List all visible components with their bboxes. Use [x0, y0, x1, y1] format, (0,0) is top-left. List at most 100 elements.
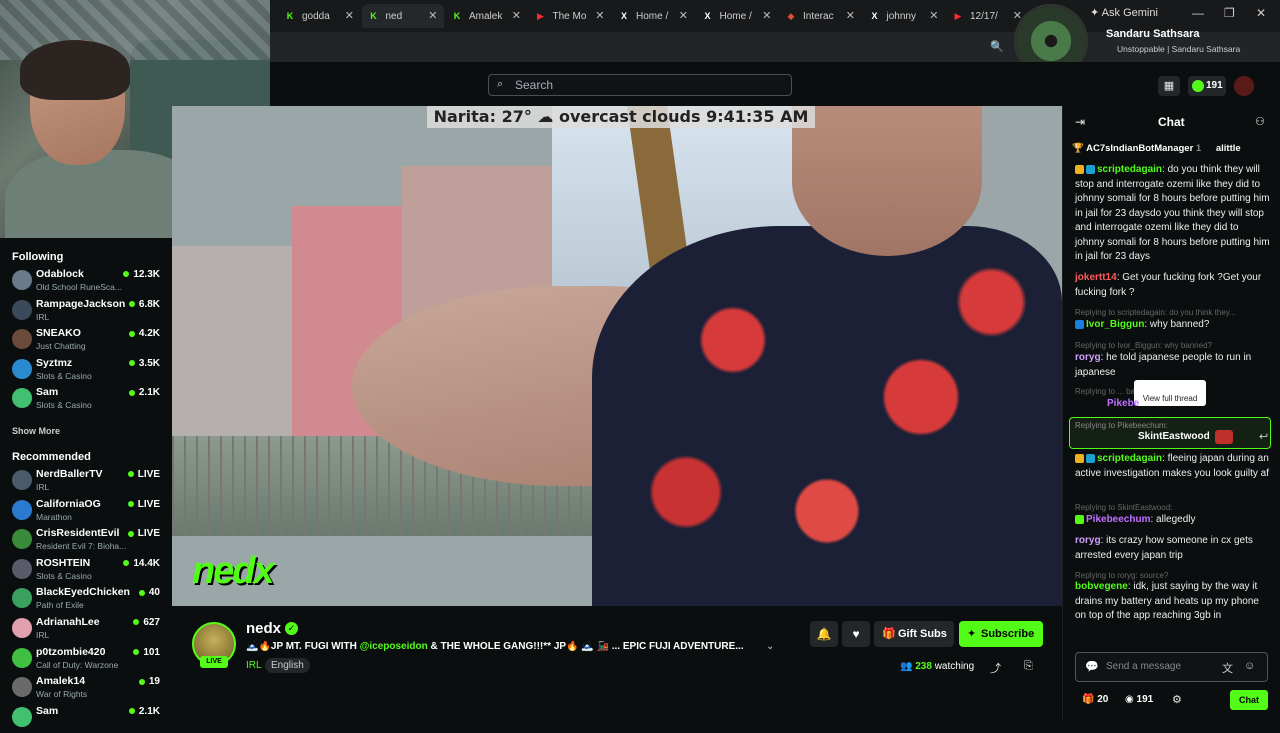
channel-item[interactable]: Syztmz Slots & Casino 3.5K [0, 355, 172, 385]
tab-favicon-icon: X [620, 11, 627, 21]
close-tab-icon[interactable]: ✕ [345, 9, 354, 22]
coin-balance: ◉ 191 [1125, 694, 1154, 705]
message-username[interactable]: roryg [1075, 352, 1101, 363]
streamer-name[interactable]: nedx [246, 620, 281, 637]
chat-message: roryg: its crazy how someone in cx gets … [1075, 534, 1270, 563]
chevron-down-icon[interactable]: ⌄ [766, 641, 774, 652]
message-text: why banned? [1149, 319, 1210, 330]
browser-tab[interactable]: X Home / ✕ [696, 4, 778, 28]
channel-item[interactable]: CaliforniaOG Marathon LIVE [0, 496, 172, 526]
star-icon: ✦ [967, 628, 977, 640]
live-dot-icon [128, 389, 135, 396]
browser-tab[interactable]: Kgodda ✕ [278, 4, 360, 28]
user-avatar[interactable] [1234, 76, 1254, 96]
channel-item[interactable]: Amalek14 War of Rights 19 [0, 673, 172, 703]
close-tab-icon[interactable]: ✕ [762, 9, 771, 22]
pinned-user-2[interactable]: alittle [1216, 143, 1241, 154]
gift-subs-button[interactable]: 🎁 Gift Subs [874, 621, 954, 647]
settings-gear-icon[interactable]: ⚙ [1172, 693, 1182, 706]
emoji-icon[interactable]: ☺ [1244, 660, 1255, 672]
chat-input[interactable]: Send a message [1075, 652, 1268, 682]
close-tab-icon[interactable]: ✕ [846, 9, 855, 22]
video-player[interactable] [172, 106, 1062, 606]
browser-tab[interactable]: K Amalek ✕ [445, 4, 527, 28]
partial-username[interactable]: Pikebe [1107, 398, 1139, 409]
browser-tab[interactable]: Xjohnny ✕ [863, 4, 945, 28]
share-icon[interactable]: ⤴ [990, 660, 1001, 676]
channel-viewers: 101 [133, 647, 160, 658]
dashboard-icon[interactable]: ▦ [1158, 76, 1180, 96]
channel-name: Amalek14 [36, 675, 86, 688]
zoom-icon[interactable]: 🔍 [990, 40, 1004, 53]
live-dot-icon [128, 360, 135, 367]
live-dot-icon [128, 330, 135, 337]
kick-coins-button[interactable]: 191 [1188, 76, 1226, 96]
subscribe-button[interactable]: ✦ Subscribe [959, 621, 1043, 647]
viewer-count-text: 627 [143, 617, 160, 628]
channel-item[interactable]: BlackEyedChicken Path of Exile 40 [0, 584, 172, 614]
send-chat-button[interactable]: Chat [1230, 690, 1268, 710]
chat-message: scriptedagain: do you think they will st… [1075, 163, 1270, 265]
collapse-chat-icon[interactable]: ⇥ [1075, 115, 1085, 129]
message-username[interactable]: jokertt14 [1075, 272, 1117, 283]
message-username[interactable]: bobvegene [1075, 581, 1128, 592]
clip-icon[interactable]: ⎘ [1024, 660, 1033, 673]
channel-avatar [12, 388, 32, 409]
channel-category: Path of Exile [36, 600, 84, 611]
search-input[interactable]: Search [488, 74, 792, 96]
channel-item[interactable]: ROSHTEIN Slots & Casino 14.4K [0, 555, 172, 585]
close-tab-icon[interactable]: ✕ [929, 9, 938, 22]
profile-name: Sandaru Sathsara [1106, 28, 1200, 40]
message-username[interactable]: Ivor_Biggun [1086, 319, 1144, 330]
chat-users-icon[interactable]: ⚇ [1255, 115, 1265, 128]
channel-avatar [12, 677, 32, 698]
message-username[interactable]: SkintEastwood [1138, 431, 1210, 442]
tab-label: Amalek [469, 10, 503, 22]
message-text: allegedly [1156, 514, 1196, 525]
browser-tab[interactable]: ▶ The Mo ✕ [529, 4, 611, 28]
badge-icon [1086, 164, 1095, 174]
channel-viewers: LIVE [127, 528, 160, 539]
channel-avatar [12, 647, 32, 668]
language-tag[interactable]: English [265, 658, 310, 673]
channel-avatar [12, 299, 32, 320]
tab-favicon-icon: X [704, 11, 711, 21]
channel-item[interactable]: SNEAKO Just Chatting 4.2K [0, 325, 172, 355]
channel-item[interactable]: p0tzombie420 Call of Duty: Warzone 101 [0, 644, 172, 674]
translate-icon[interactable]: 文 [1222, 660, 1233, 676]
message-username[interactable]: scriptedagain [1097, 453, 1162, 464]
browser-tab[interactable]: ◆ Interac ✕ [779, 4, 861, 28]
pinned-user[interactable]: AC7sIndianBotManager [1086, 143, 1193, 154]
category-link[interactable]: IRL [246, 660, 262, 671]
message-username[interactable]: Pikebeechum [1086, 514, 1150, 525]
channel-name: AdrianahLee [36, 616, 100, 628]
channel-item[interactable]: AdrianahLee IRL 627 [0, 614, 172, 644]
channel-item[interactable]: CrisResidentEvil Resident Evil 7: Bioha..… [0, 525, 172, 555]
close-tab-icon[interactable]: ✕ [428, 9, 437, 22]
viewer-count-text: 4.2K [138, 328, 160, 340]
follow-heart-icon[interactable]: ♥ [842, 621, 870, 647]
channel-item[interactable]: NerdBallerTV IRL LIVE [0, 466, 172, 496]
channel-avatar [12, 618, 32, 638]
channel-avatar [12, 706, 32, 727]
show-more-link[interactable]: Show More [12, 426, 60, 436]
title-mention[interactable]: @iceposeidon [360, 641, 428, 652]
reply-icon[interactable]: ↩ [1259, 430, 1268, 443]
chat-bubble-icon: 💬 [1085, 661, 1099, 673]
channel-item[interactable]: Odablock Old School RuneSca... 12.3K [0, 266, 172, 296]
close-tab-icon[interactable]: ✕ [512, 9, 521, 22]
notification-bell-icon[interactable]: 🔔 [810, 621, 838, 647]
channel-item[interactable]: Sam 2.1K [0, 703, 172, 733]
nedx-logo: nedx [192, 550, 275, 592]
message-username[interactable]: scriptedagain [1097, 164, 1162, 175]
close-tab-icon[interactable]: ✕ [595, 9, 604, 22]
browser-tab[interactable]: Kned ✕ [361, 4, 444, 28]
channel-item[interactable]: Sam Slots & Casino 2.1K [0, 384, 172, 414]
close-tab-icon[interactable]: ✕ [679, 9, 688, 22]
chat-title: Chat [1158, 115, 1185, 129]
channel-name: RampageJackson [36, 297, 126, 310]
channel-item[interactable]: RampageJackson IRL 6.8K [0, 296, 172, 326]
browser-tab[interactable]: X Home / ✕ [612, 4, 694, 28]
message-username[interactable]: roryg [1075, 535, 1101, 546]
viewer-count-text: 14.4K [133, 557, 160, 569]
